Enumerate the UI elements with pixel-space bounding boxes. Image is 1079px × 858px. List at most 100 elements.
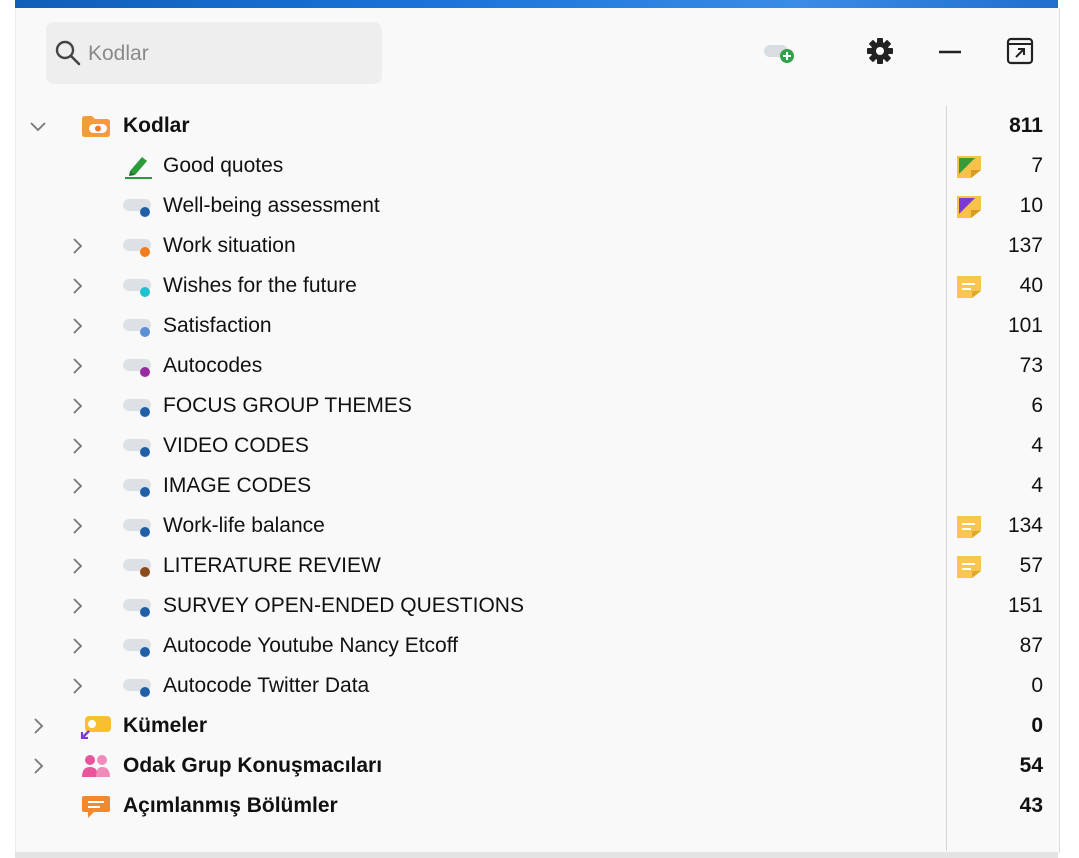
code-count: 10 xyxy=(1019,194,1043,217)
code-icon xyxy=(122,313,154,339)
code-row[interactable]: FOCUS GROUP THEMES 6 xyxy=(0,386,1079,426)
chevron-right-icon[interactable] xyxy=(67,316,87,336)
code-row[interactable]: Good quotes 7 xyxy=(0,146,1079,186)
popout-icon xyxy=(1005,36,1035,71)
minus-icon xyxy=(936,37,964,70)
code-label: Wishes for the future xyxy=(163,274,357,297)
highlighter-icon xyxy=(122,153,154,179)
code-row[interactable]: IMAGE CODES 4 xyxy=(0,466,1079,506)
section-row[interactable]: Açımlanmış Bölümler 43 xyxy=(0,786,1079,826)
code-count: 7 xyxy=(1031,154,1043,177)
code-set-icon xyxy=(80,713,112,740)
chevron-right-icon[interactable] xyxy=(67,356,87,376)
code-row[interactable]: Autocode Youtube Nancy Etcoff 87 xyxy=(0,626,1079,666)
code-icon xyxy=(122,193,154,219)
tree-root-count: 811 xyxy=(1009,114,1043,137)
code-count: 73 xyxy=(1019,354,1043,377)
settings-button[interactable] xyxy=(863,36,897,70)
add-code-icon xyxy=(763,37,797,70)
chevron-right-icon[interactable] xyxy=(67,436,87,456)
code-count: 4 xyxy=(1031,474,1043,497)
chevron-right-icon[interactable] xyxy=(67,236,87,256)
memo-icon[interactable] xyxy=(955,194,983,220)
code-count: 134 xyxy=(1007,514,1043,537)
add-code-button[interactable] xyxy=(763,36,797,70)
chevron-right-icon[interactable] xyxy=(28,756,48,776)
code-label: Good quotes xyxy=(163,154,284,177)
code-label: Autocode Twitter Data xyxy=(163,674,370,697)
chevron-right-icon[interactable] xyxy=(67,596,87,616)
code-label: Satisfaction xyxy=(163,314,272,337)
window-accent-bar xyxy=(15,0,1058,8)
code-row[interactable]: Autocodes 73 xyxy=(0,346,1079,386)
code-row[interactable]: SURVEY OPEN-ENDED QUESTIONS 151 xyxy=(0,586,1079,626)
panel-bottom-border xyxy=(15,852,1058,858)
code-icon xyxy=(122,433,154,459)
code-row[interactable]: Wishes for the future 40 xyxy=(0,266,1079,306)
section-label: Kümeler xyxy=(123,714,208,737)
code-label: VIDEO CODES xyxy=(163,434,309,457)
code-label: Autocodes xyxy=(163,354,263,377)
code-icon xyxy=(122,233,154,259)
code-row[interactable]: LITERATURE REVIEW 57 xyxy=(0,546,1079,586)
popout-button[interactable] xyxy=(1003,36,1037,70)
code-icon xyxy=(122,353,154,379)
code-icon xyxy=(122,473,154,499)
code-count: 0 xyxy=(1031,674,1043,697)
code-folder-icon xyxy=(80,113,112,139)
chevron-down-icon[interactable] xyxy=(28,116,48,136)
code-row[interactable]: Satisfaction 101 xyxy=(0,306,1079,346)
speakers-icon xyxy=(80,753,112,779)
code-row[interactable]: Work situation 137 xyxy=(0,226,1079,266)
code-count: 4 xyxy=(1031,434,1043,457)
memo-icon[interactable] xyxy=(955,154,983,180)
code-row[interactable]: VIDEO CODES 4 xyxy=(0,426,1079,466)
code-row[interactable]: Work-life balance 134 xyxy=(0,506,1079,546)
chevron-right-icon[interactable] xyxy=(67,276,87,296)
code-label: SURVEY OPEN-ENDED QUESTIONS xyxy=(163,594,524,617)
code-icon xyxy=(122,633,154,659)
tree-row-kodlar[interactable]: Kodlar 811 xyxy=(0,106,1079,146)
search-icon xyxy=(54,39,82,67)
code-icon xyxy=(122,273,154,299)
memo-icon[interactable] xyxy=(955,514,983,540)
chevron-right-icon[interactable] xyxy=(67,636,87,656)
section-row[interactable]: Odak Grup Konuşmacıları 54 xyxy=(0,746,1079,786)
memo-icon[interactable] xyxy=(955,274,983,300)
section-count: 43 xyxy=(1019,794,1043,817)
search-input[interactable] xyxy=(86,40,370,68)
code-icon xyxy=(122,553,154,579)
code-icon xyxy=(122,513,154,539)
comment-icon xyxy=(80,793,112,819)
section-row[interactable]: Kümeler 0 xyxy=(0,706,1079,746)
code-icon xyxy=(122,593,154,619)
code-label: Well-being assessment xyxy=(163,194,380,217)
code-row[interactable]: Well-being assessment 10 xyxy=(0,186,1079,226)
code-count: 6 xyxy=(1031,394,1043,417)
chevron-right-icon[interactable] xyxy=(67,476,87,496)
code-count: 57 xyxy=(1019,554,1043,577)
code-icon xyxy=(122,393,154,419)
chevron-right-icon[interactable] xyxy=(67,396,87,416)
code-label: Work situation xyxy=(163,234,296,257)
code-label: Work-life balance xyxy=(163,514,325,537)
section-label: Açımlanmış Bölümler xyxy=(123,794,338,817)
code-icon xyxy=(122,673,154,699)
chevron-right-icon[interactable] xyxy=(67,516,87,536)
chevron-right-icon[interactable] xyxy=(67,556,87,576)
gear-icon xyxy=(865,36,895,71)
memo-icon[interactable] xyxy=(955,554,983,580)
code-count: 40 xyxy=(1019,274,1043,297)
code-label: IMAGE CODES xyxy=(163,474,312,497)
section-label: Odak Grup Konuşmacıları xyxy=(123,754,383,777)
chevron-right-icon[interactable] xyxy=(28,716,48,736)
code-label: LITERATURE REVIEW xyxy=(163,554,381,577)
section-count: 54 xyxy=(1019,754,1043,777)
search-box[interactable] xyxy=(46,22,382,84)
minimize-button[interactable] xyxy=(933,36,967,70)
tree-root-label: Kodlar xyxy=(123,114,190,137)
chevron-right-icon[interactable] xyxy=(67,676,87,696)
code-row[interactable]: Autocode Twitter Data 0 xyxy=(0,666,1079,706)
code-count: 101 xyxy=(1007,314,1043,337)
code-count: 137 xyxy=(1007,234,1043,257)
